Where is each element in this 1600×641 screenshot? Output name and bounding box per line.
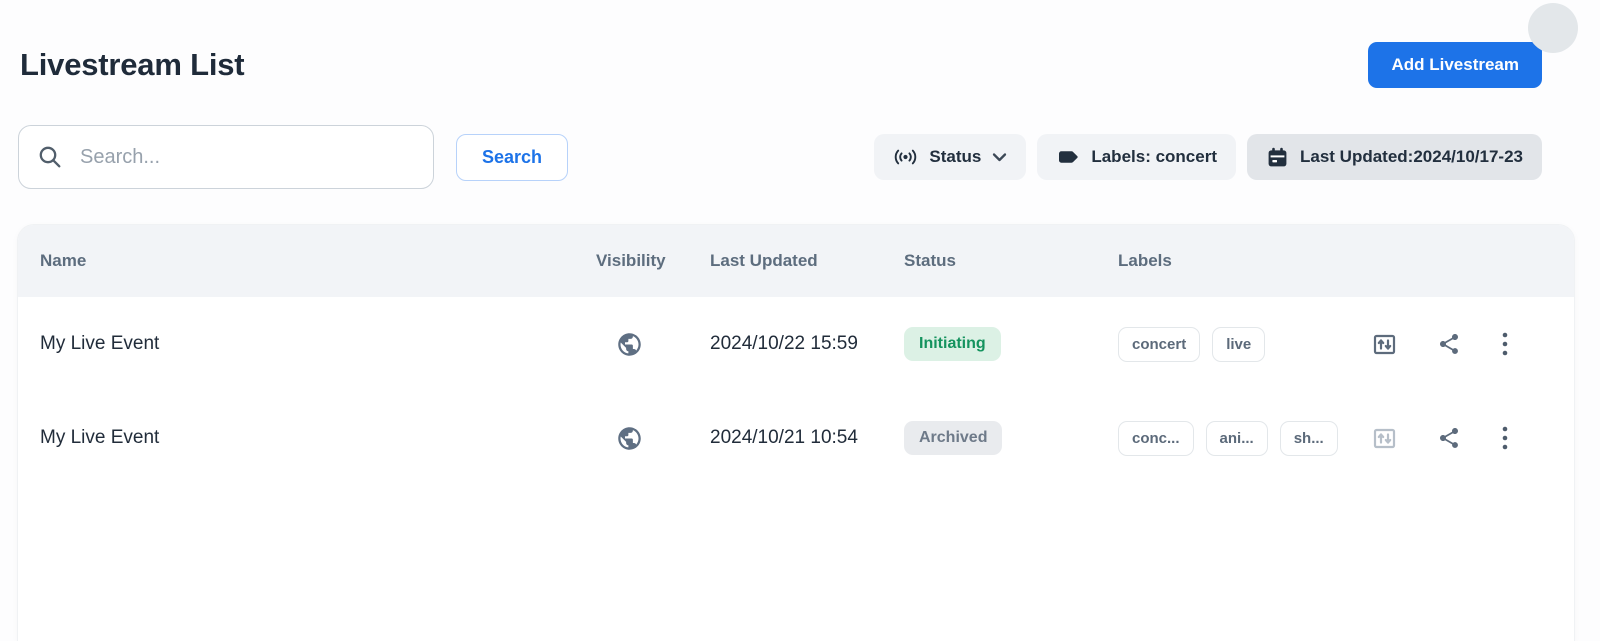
search-input[interactable] [80,146,415,169]
globe-public-icon [616,331,643,358]
column-header-name: Name [40,251,596,271]
share-button[interactable] [1437,426,1461,450]
toolbar: Search Status Labels: concert [18,125,1542,189]
column-header-labels: Labels [1118,251,1363,271]
search-icon [37,144,64,171]
chevron-down-icon [992,152,1007,162]
tag-icon [1056,147,1080,167]
table-row[interactable]: My Live Event 2024/10/21 10:54 Archived … [18,391,1574,485]
column-header-visibility: Visibility [596,251,710,271]
page-header: Livestream List Add Livestream [20,42,1542,88]
table-header-row: Name Visibility Last Updated Status Labe… [18,225,1574,297]
livestream-table: Name Visibility Last Updated Status Labe… [18,225,1574,641]
share-button[interactable] [1437,332,1461,356]
filter-status[interactable]: Status [874,134,1026,180]
row-name: My Live Event [40,427,596,449]
filter-chips: Status Labels: concert Last Updated:2024… [874,134,1542,180]
traffic-inout-button[interactable] [1371,425,1398,452]
label-tag: concert [1118,327,1200,362]
status-badge: Archived [904,421,1002,455]
column-header-status: Status [904,251,1118,271]
more-menu-button[interactable] [1500,425,1510,451]
label-tag: sh... [1280,421,1338,456]
filter-last-updated-label: Last Updated:2024/10/17-23 [1300,147,1523,167]
kebab-menu-icon [1500,331,1510,357]
globe-public-icon [616,425,643,452]
traffic-inout-button[interactable] [1371,331,1398,358]
row-last-updated: 2024/10/22 15:59 [710,333,904,355]
share-icon [1437,426,1461,450]
label-tag: live [1212,327,1265,362]
broadcast-signal-icon [893,146,918,168]
label-tag: ani... [1206,421,1268,456]
search-box [18,125,434,189]
filter-labels-label: Labels: concert [1091,147,1217,167]
column-header-last-updated: Last Updated [710,251,904,271]
more-menu-button[interactable] [1500,331,1510,357]
calendar-icon [1266,146,1289,169]
row-last-updated: 2024/10/21 10:54 [710,427,904,449]
page-title: Livestream List [20,47,244,83]
status-badge: Initiating [904,327,1001,361]
kebab-menu-icon [1500,425,1510,451]
box-arrows-icon [1371,331,1398,358]
label-tag: conc... [1118,421,1194,456]
user-avatar[interactable] [1528,3,1578,53]
table-row[interactable]: My Live Event 2024/10/22 15:59 Initiatin… [18,297,1574,391]
filter-status-label: Status [929,147,981,167]
share-icon [1437,332,1461,356]
row-name: My Live Event [40,333,596,355]
filter-labels[interactable]: Labels: concert [1037,134,1236,180]
add-livestream-button[interactable]: Add Livestream [1368,42,1542,88]
search-button[interactable]: Search [456,134,568,181]
box-arrows-icon [1371,425,1398,452]
filter-last-updated[interactable]: Last Updated:2024/10/17-23 [1247,134,1542,180]
